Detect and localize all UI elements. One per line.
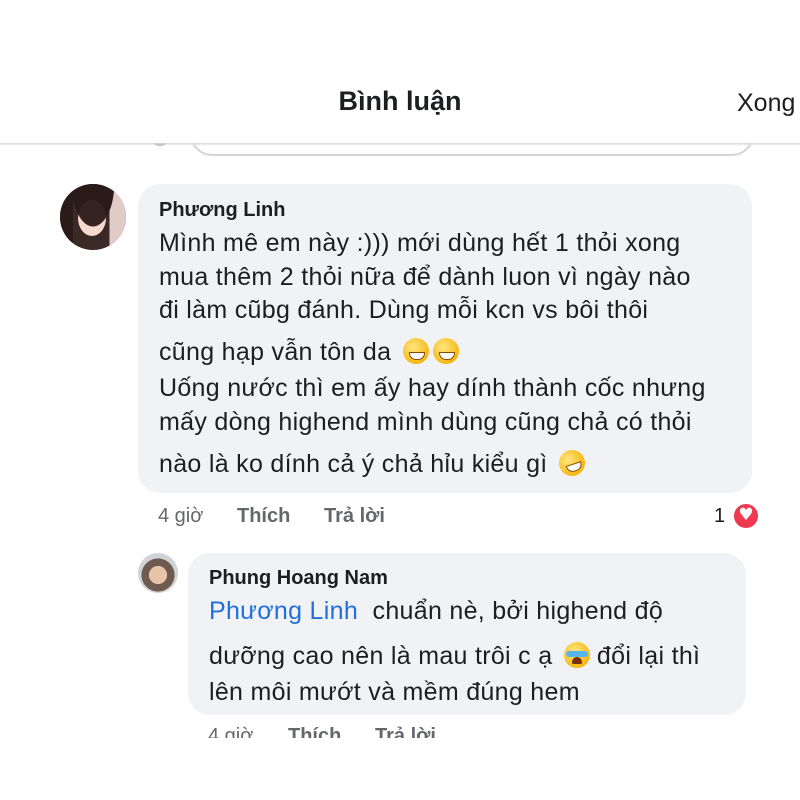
comment-text-line-with-emoji: cũng hạp vẫn tôn da — [159, 338, 459, 367]
grinning-face-icon — [432, 338, 459, 364]
comment-text-line: Mình mê em này :))) mới dùng hết 1 thỏi … — [159, 229, 681, 257]
reply-text: chuẩn nè, bởi highend độ — [372, 597, 664, 625]
comment-text-line: mấy dòng highend mình dùng cũng chả có t… — [159, 408, 692, 436]
avatar[interactable] — [60, 184, 126, 250]
reaction-count[interactable]: 1 — [714, 505, 725, 528]
reply-timestamp: 4 giờ — [208, 725, 254, 738]
reply-text-line: lên môi mướt và mềm đúng hem — [209, 678, 580, 706]
crying-face-icon — [563, 642, 590, 668]
reply-meta-row: 4 giờ Thích Trả lời — [0, 722, 800, 738]
page-title-text: Bình luận — [338, 86, 462, 116]
reply-author[interactable]: Phung Hoang Nam — [209, 567, 388, 590]
heart-reaction-icon[interactable] — [732, 502, 760, 530]
done-button-label[interactable]: Xong — [737, 89, 795, 118]
comment-author[interactable]: Phương Linh — [159, 199, 285, 222]
comment-text: cũng hạp vẫn tôn da — [159, 338, 392, 366]
reply-text-line: Phương Linh chuẩn nè, bởi highend độ — [209, 597, 663, 626]
header-divider — [0, 143, 800, 146]
mention-link[interactable]: Phương Linh — [209, 597, 358, 625]
reply-text: đổi lại thì — [596, 642, 701, 670]
like-button[interactable]: Thích — [288, 725, 341, 738]
avatar-hair — [60, 184, 126, 250]
reply-text: dưỡng cao nên là mau trôi c ạ — [209, 642, 553, 670]
reply-text-line-with-emoji: dưỡng cao nên là mau trôi c ạ đổi lại th… — [209, 642, 700, 671]
comment-text-line: Uống nước thì em ấy hay dính thành cốc n… — [159, 374, 706, 402]
rolling-laughing-face-icon — [555, 446, 589, 480]
comment-text: nào là ko dính cả ý chả hỉu kiểu gì — [159, 450, 548, 478]
comment-timestamp: 4 giờ — [158, 505, 204, 527]
comment-text-line-with-emoji: nào là ko dính cả ý chả hỉu kiểu gì — [159, 446, 589, 480]
like-button[interactable]: Thích — [237, 505, 290, 528]
reply-button[interactable]: Trả lời — [324, 505, 385, 528]
comments-header-overlay: Bình luận Xong — [0, 0, 800, 145]
reply-button[interactable]: Trả lời — [375, 725, 436, 738]
comment-text-line: đi làm cũbg đánh. Dùng mỗi kcn vs bôi th… — [159, 296, 649, 324]
avatar[interactable] — [138, 553, 178, 593]
grinning-face-icon — [402, 338, 429, 364]
comment-text-line: mua thêm 2 thỏi nữa để dành luon vì ngày… — [159, 263, 691, 291]
